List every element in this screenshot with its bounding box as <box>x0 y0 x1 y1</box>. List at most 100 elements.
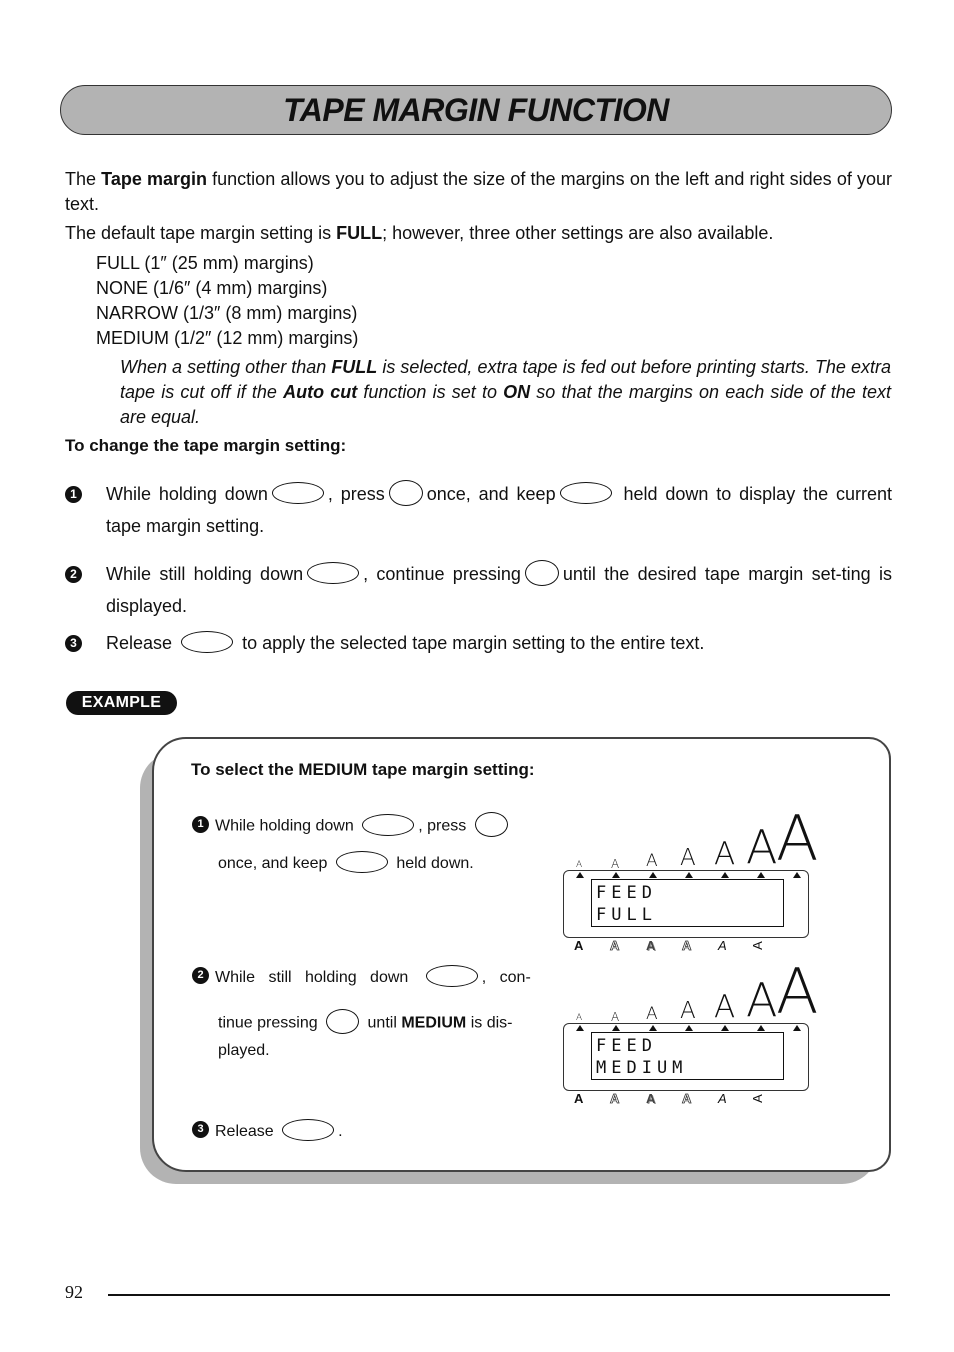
example-step-3: 3 Release . <box>192 1118 343 1144</box>
procedure-heading: To change the tape margin setting: <box>65 436 347 455</box>
size-glyph: A <box>576 860 583 870</box>
step-text: While still holding down <box>106 564 304 584</box>
key-icon <box>559 482 612 505</box>
indicator-arrow-icon <box>793 1025 801 1031</box>
lcd-frame: FEED MEDIUM <box>563 1023 809 1091</box>
style-glyph-outline-shadow: A <box>682 938 692 954</box>
step-text: . <box>338 1123 343 1140</box>
step-text: until <box>367 1014 397 1032</box>
style-glyph-outline: A <box>610 938 620 954</box>
style-glyph-bold: A <box>574 1091 584 1106</box>
note-bold: ON <box>503 382 531 402</box>
step-text: While holding down <box>106 484 268 504</box>
step-1: 1 While holding down , press once, and kee… <box>65 478 892 542</box>
size-glyph: A <box>646 1004 658 1024</box>
size-indicators: A A A A A A A <box>563 961 818 1027</box>
step-number: 3 <box>65 635 82 652</box>
key-icon <box>425 964 478 987</box>
style-glyph-vertical: A <box>749 941 765 950</box>
example-step-2: 2 While still holding down , con- <box>192 964 542 990</box>
note-text: When a setting other than <box>120 357 332 377</box>
step-text: once, and keep <box>426 484 556 504</box>
style-glyph-shadow: A <box>646 1091 656 1106</box>
size-glyph: A <box>714 989 736 1025</box>
example-step-1: 1 While holding down , press <box>192 812 512 839</box>
size-glyph: A <box>714 836 736 872</box>
step-bold: MEDIUM <box>401 1014 467 1032</box>
step-number: 1 <box>192 816 209 833</box>
size-glyph: A <box>776 802 819 875</box>
settings-item: NARROW (1/3″ (8 mm) margins) <box>96 303 358 323</box>
indicator-arrow-icon <box>576 1025 584 1031</box>
key-icon <box>524 560 559 587</box>
settings-item: NONE (1/6″ (4 mm) margins) <box>96 278 328 298</box>
size-glyph: A <box>680 845 696 871</box>
key-icon <box>474 812 508 837</box>
step-text: Release <box>215 1123 274 1140</box>
example-step-2-cont: tinue pressing until MEDIUM is dis- <box>218 1009 540 1036</box>
intro-bold-term: Tape margin <box>101 169 208 189</box>
page-title-bar: TAPE MARGIN FUNCTION <box>60 85 892 135</box>
lcd-line-2: FULL <box>596 905 657 925</box>
style-glyph-italic: A <box>718 938 727 953</box>
indicator-arrow-icon <box>612 1025 620 1031</box>
step-text: , continue pressing <box>363 564 521 584</box>
step-text: , con- <box>481 969 531 986</box>
key-icon <box>335 850 388 873</box>
step-text: to apply the selected tape margin settin… <box>242 633 705 653</box>
example-badge: EXAMPLE <box>66 691 177 715</box>
step-text: , press <box>327 484 385 504</box>
style-glyph-bold: A <box>574 938 584 953</box>
lcd-screen: FEED FULL <box>591 879 784 927</box>
size-glyph: A <box>576 1013 583 1023</box>
default-text: The default tape margin setting is <box>65 223 337 243</box>
style-glyph-outline: A <box>610 1091 620 1107</box>
step-number: 2 <box>192 967 209 985</box>
step-text: While holding down <box>215 817 354 835</box>
indicator-arrow-icon <box>576 872 584 878</box>
key-icon <box>271 482 324 505</box>
key-icon <box>282 1118 335 1141</box>
page-number: 92 <box>65 1282 83 1302</box>
step-text: is dis- <box>470 1014 513 1032</box>
step-text: Release <box>106 633 173 653</box>
page-title: TAPE MARGIN FUNCTION <box>283 91 669 128</box>
note-paragraph: When a setting other than FULL is select… <box>120 355 891 430</box>
step-number: 2 <box>65 566 82 583</box>
note-bold: FULL <box>331 357 378 377</box>
default-text: ; however, three other settings are also… <box>382 223 774 243</box>
key-icon <box>388 480 423 507</box>
step-number: 1 <box>65 486 82 503</box>
key-icon <box>181 631 234 654</box>
size-glyph: A <box>611 857 620 871</box>
indicator-arrow-icon <box>649 1025 657 1031</box>
size-glyph: A <box>746 973 778 1027</box>
settings-list: FULL (1″ (25 mm) margins) NONE (1/6″ (4 … <box>96 251 358 351</box>
size-glyph: A <box>611 1010 620 1024</box>
example-title: To select the MEDIUM tape margin setting… <box>191 760 535 779</box>
indicator-arrow-icon <box>721 1025 729 1031</box>
style-indicators: A A A A A A <box>563 938 809 956</box>
step-2: 2 While still holding down , continue pre… <box>65 558 892 622</box>
step-text: While still holding down <box>215 969 409 986</box>
indicator-arrow-icon <box>685 1025 693 1031</box>
example-step-2-end: played. <box>218 1042 270 1059</box>
lcd-line-2: MEDIUM <box>596 1058 688 1078</box>
step-3: 3 Release to apply the selected tape mar… <box>65 627 892 659</box>
indicator-arrow-icon <box>757 872 765 878</box>
example-step-1-cont: once, and keep held down. <box>218 850 474 876</box>
size-glyph: A <box>646 851 658 871</box>
lcd-frame: FEED FULL <box>563 870 809 938</box>
indicator-arrow-icon <box>721 872 729 878</box>
step-text: held down. <box>396 855 474 872</box>
size-indicators: A A A A A A A <box>563 808 818 872</box>
style-glyph-shadow: A <box>646 938 656 953</box>
indicator-arrow-icon <box>685 872 693 878</box>
footer-rule <box>108 1294 890 1296</box>
style-glyph-vertical: A <box>749 1094 765 1103</box>
lcd-display-full: A A A A A A A FEED FULL A A A A A A <box>563 808 818 956</box>
key-icon <box>326 1009 360 1034</box>
note-bold: Auto cut <box>283 382 358 402</box>
style-glyph-italic: A <box>718 1091 727 1106</box>
style-indicators: A A A A A A <box>563 1091 809 1109</box>
